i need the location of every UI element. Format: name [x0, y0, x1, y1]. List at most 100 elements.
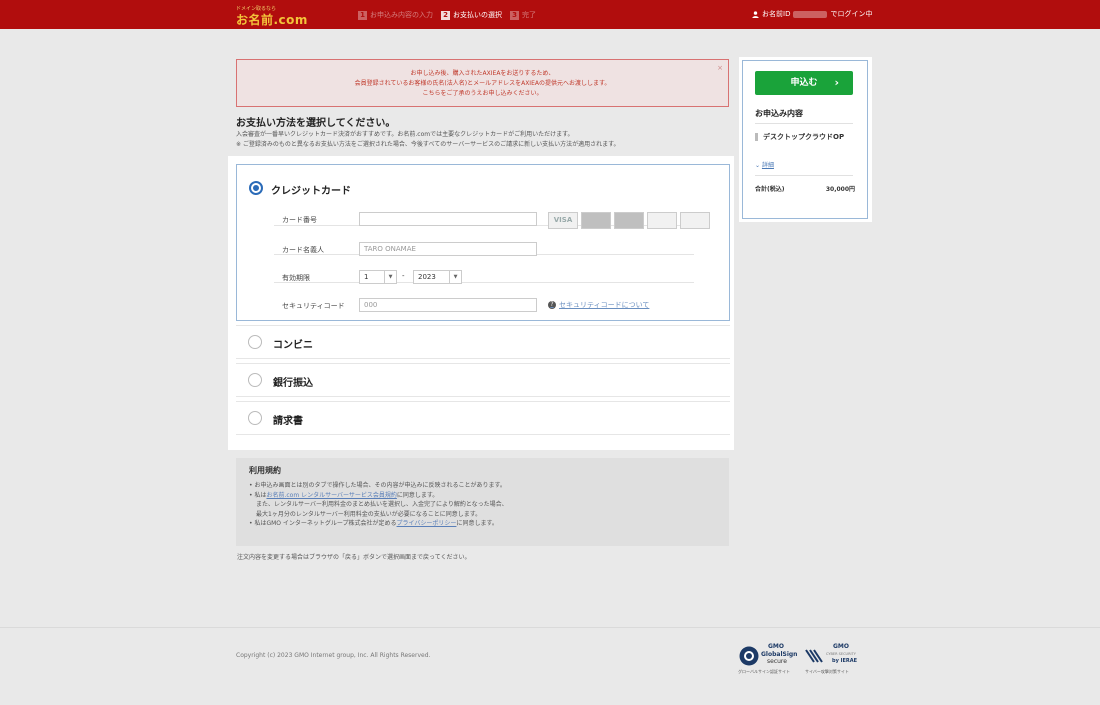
- axiea-notice: × お申し込み後、購入されたAXIEAをお送りするため、 会員登録されているお客…: [236, 59, 729, 107]
- step-number: 2: [441, 10, 450, 20]
- radio-convenience-store[interactable]: [248, 335, 262, 349]
- divider: [755, 123, 853, 124]
- question-icon: ?: [548, 301, 556, 309]
- step-number: 3: [510, 10, 519, 20]
- user-id-suffix: でログイン中: [830, 10, 873, 18]
- apply-button[interactable]: 申込む ›: [755, 71, 853, 95]
- globalsign-seal[interactable]: GMO GlobalSign secure グローバルサイン認証サイト: [738, 643, 802, 675]
- member-terms-link[interactable]: お名前.com レンタルサーバーサービス会員規約: [266, 492, 396, 499]
- security-code-help-text: セキュリティコードについて: [559, 301, 650, 309]
- step-2: 2 お支払いの選択: [441, 10, 502, 20]
- seal1-secure: secure: [767, 658, 787, 665]
- step-3: 3 完了: [510, 10, 536, 20]
- step-label: お支払いの選択: [453, 11, 502, 19]
- card-holder-row: カード名義人 TARO ONAMAE: [274, 227, 694, 256]
- seal2-caption: サイバー攻撃対策サイト: [805, 669, 849, 674]
- cyber-security-seal[interactable]: GMO CYBER SECURITY by IERAE サイバー攻撃対策サイト: [805, 643, 863, 675]
- card-number-label: カード番号: [282, 216, 317, 224]
- security-code-input[interactable]: 000: [359, 298, 537, 312]
- expiry-row: 有効期限 1 ▼ - 2023 ▼: [274, 255, 694, 284]
- method-convenience-store[interactable]: コンビニ: [236, 325, 730, 359]
- terms-list: • お申込み画面とは別のタブで操作した場合、その内容が申込みに反映されることがあ…: [249, 481, 716, 529]
- step-label: 完了: [522, 11, 536, 19]
- terms-text: に同意します。: [456, 520, 498, 527]
- method-convenience-store-label: コンビニ: [273, 340, 313, 351]
- order-summary-panel: 申込む › お申込み内容 デスクトップクラウドOP ⌄ 詳細 合計(税込) 30…: [739, 57, 872, 222]
- user-id-masked: [793, 10, 828, 18]
- footer-divider: [0, 627, 1100, 628]
- login-status: お名前ID でログイン中: [752, 9, 872, 19]
- copyright-text: Copyright (c) 2023 GMO Internet group, I…: [236, 652, 431, 659]
- terms-line: • 私はお名前.com レンタルサーバーサービス会員規約に同意します。: [249, 491, 716, 501]
- chevron-right-icon: ›: [834, 76, 839, 89]
- expiry-month-select[interactable]: 1 ▼: [359, 270, 397, 284]
- globalsign-eye-icon: [739, 646, 759, 666]
- notice-line: こちらをご了承のうえお申し込みください。: [422, 90, 543, 97]
- seal1-brand: GMO: [768, 643, 784, 650]
- divider: [755, 175, 853, 176]
- radio-credit-card[interactable]: [249, 181, 263, 195]
- method-invoice[interactable]: 請求書: [236, 401, 730, 435]
- chevron-down-icon: ▼: [449, 271, 461, 283]
- expiry-year-select[interactable]: 2023 ▼: [413, 270, 462, 284]
- terms-line: • 私はGMO インターネットグループ株式会社が定めるプライバシーポリシーに同意…: [249, 519, 716, 529]
- summary-total-label: 合計(税込): [755, 186, 785, 193]
- method-credit-card[interactable]: クレジットカード カード番号 VISA カード名義人 TARO ONAMAE 有…: [236, 164, 730, 321]
- expiry-month-value: 1: [364, 273, 369, 281]
- notice-line: お申し込み後、購入されたAXIEAをお送りするため、: [410, 70, 555, 77]
- summary-detail-text: 詳細: [761, 162, 774, 169]
- desc-line: 入会審査が一番早いクレジットカード決済がおすすめです。お名前.comでは主要なク…: [236, 131, 574, 138]
- seal1-name: GlobalSign: [761, 651, 798, 658]
- security-wave-icon: [805, 649, 823, 663]
- chevron-down-icon: ▼: [384, 271, 396, 283]
- radio-bank-transfer[interactable]: [248, 373, 262, 387]
- security-code-help-link[interactable]: ? セキュリティコードについて: [548, 300, 649, 310]
- terms-text: • 私はGMO インターネットグループ株式会社が定める: [249, 520, 397, 527]
- expiry-label: 有効期限: [282, 274, 310, 282]
- payment-method-panel: クレジットカード カード番号 VISA カード名義人 TARO ONAMAE 有…: [228, 156, 734, 450]
- apply-button-label: 申込む: [790, 78, 818, 88]
- card-holder-input[interactable]: TARO ONAMAE: [359, 242, 537, 256]
- top-header: ドメイン取るなら お名前.com 1 お申込み内容の入力 2 お支払いの選択 3…: [0, 0, 1100, 29]
- radio-invoice[interactable]: [248, 411, 262, 425]
- seal2-brand: GMO: [833, 643, 849, 650]
- chevron-down-icon: ⌄: [755, 162, 762, 169]
- order-summary-box: 申込む › お申込み内容 デスクトップクラウドOP ⌄ 詳細 合計(税込) 30…: [742, 60, 868, 219]
- terms-of-use: 利用規約 • お申込み画面とは別のタブで操作した場合、その内容が申込みに反映され…: [236, 458, 729, 546]
- close-icon[interactable]: ×: [717, 64, 723, 72]
- seal1-caption: グローバルサイン認証サイト: [738, 669, 790, 674]
- back-button-note: 注文内容を変更する場合はブラウザの「戻る」ボタンで選択画面まで戻ってください。: [237, 554, 471, 561]
- summary-title: お申込み内容: [755, 109, 803, 118]
- seal2-name: CYBER SECURITY: [826, 652, 856, 656]
- terms-line: • お申込み画面とは別のタブで操作した場合、その内容が申込みに反映されることがあ…: [249, 482, 506, 489]
- method-invoice-label: 請求書: [273, 416, 303, 427]
- privacy-policy-link[interactable]: プライバシーポリシー: [397, 520, 457, 527]
- progress-steps: 1 お申込み内容の入力 2 お支払いの選択 3 完了: [358, 9, 536, 21]
- payment-title: お支払い方法を選択してください。: [236, 118, 396, 129]
- terms-line: また、レンタルサーバー利用料金のまとめ払いを選択し、入金完了により解約となった場…: [256, 501, 508, 508]
- card-number-input[interactable]: [359, 212, 537, 226]
- terms-line: 最大1ヶ月分のレンタルサーバー利用料金の支払いが必要になることに同意します。: [256, 510, 482, 518]
- expiry-year-value: 2023: [418, 273, 436, 281]
- terms-text: • 私は: [249, 491, 267, 499]
- method-bank-transfer[interactable]: 銀行振込: [236, 363, 730, 397]
- desc-line: ※ ご登録済みのものと異なるお支払い方法をご選択された場合、今後すべてのサーバー…: [236, 141, 620, 148]
- logo-text: お名前.com: [236, 13, 308, 27]
- onamae-logo[interactable]: ドメイン取るなら お名前.com: [236, 5, 328, 27]
- terms-text: に同意します。: [396, 491, 439, 499]
- user-id-prefix: お名前ID: [762, 10, 791, 18]
- card-holder-label: カード名義人: [282, 246, 324, 254]
- summary-item-name: デスクトップクラウドOP: [755, 133, 853, 141]
- step-1: 1 お申込み内容の入力: [358, 10, 433, 20]
- notice-line: 会員登録されているお客様の氏名(法人名)とメールアドレスをAXIEAの提供元へお…: [354, 80, 611, 87]
- method-bank-transfer-label: 銀行振込: [273, 378, 313, 389]
- step-label: お申込み内容の入力: [370, 11, 433, 19]
- step-number: 1: [358, 10, 367, 20]
- summary-total-value: 30,000円: [825, 186, 855, 193]
- security-code-label: セキュリティコード: [282, 302, 345, 310]
- seal2-by: by IERAE: [832, 658, 857, 664]
- expiry-separator: -: [402, 272, 405, 280]
- summary-detail-link[interactable]: ⌄ 詳細: [755, 160, 774, 169]
- payment-description: 入会審査が一番早いクレジットカード決済がおすすめです。お名前.comでは主要なク…: [236, 130, 620, 150]
- method-credit-card-label: クレジットカード: [271, 186, 351, 197]
